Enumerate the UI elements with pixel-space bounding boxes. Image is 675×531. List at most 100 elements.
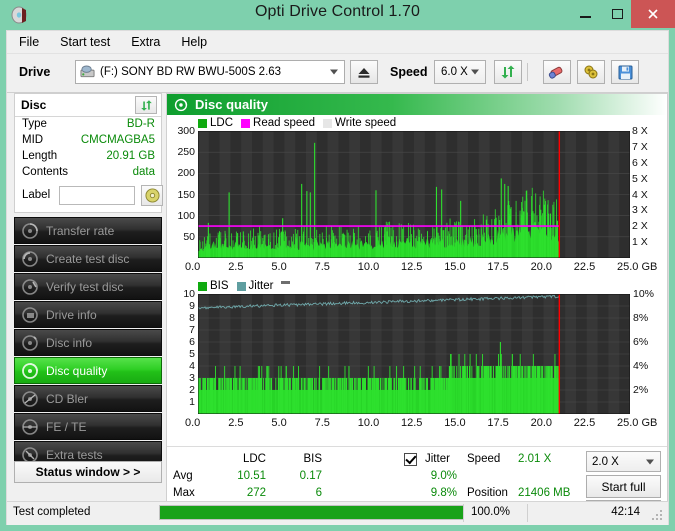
drive-icon [80, 65, 95, 78]
sidebar-item-label: Disc quality [46, 363, 108, 378]
stats-avg-bis: 0.17 [299, 470, 322, 482]
close-icon [648, 9, 658, 19]
minimize-button[interactable] [568, 0, 603, 28]
bis-x-tick: 12.5 [401, 417, 423, 429]
menu-help[interactable]: Help [172, 33, 216, 51]
bis-x-tick: 15.0 [444, 417, 466, 429]
bis-jitter-chart [198, 294, 630, 414]
stats-position-value: 21406 MB [518, 487, 571, 499]
ldc-y-tick: 100 [177, 209, 195, 222]
verify-test-disc-icon [22, 278, 38, 295]
speed-value: 6.0 X [441, 66, 468, 78]
stats-col-bis: BIS [303, 453, 322, 465]
ldc-x-tick: 15.0 [444, 261, 466, 273]
menu-extra[interactable]: Extra [122, 33, 169, 51]
ldc-x-tick: 10.0 [357, 261, 380, 273]
erase-button[interactable] [543, 60, 571, 84]
chevron-down-icon [646, 459, 654, 464]
bis-x-tick: 17.5 [487, 417, 509, 429]
disc-refresh-button[interactable] [135, 96, 157, 114]
status-window-button[interactable]: Status window > > [14, 461, 162, 483]
sidebar-item-label: FE / TE [46, 419, 87, 434]
sidebar-item-drive-info[interactable]: Drive info [14, 301, 162, 328]
sidebar-item-transfer-rate[interactable]: Transfer rate [14, 217, 162, 244]
bis-y-tick: 8 [189, 312, 195, 324]
legend-item-write-speed: Write speed [323, 117, 396, 129]
disc-box-title: Disc [21, 98, 47, 112]
stats-row-max: Max [173, 487, 195, 499]
ldc-x-tick: 7.5 [314, 261, 330, 273]
chevron-down-icon [471, 69, 479, 75]
save-button[interactable] [611, 60, 639, 84]
elapsed-time: 42:14 [611, 506, 640, 518]
ldc-x-tick: 0.0 [185, 261, 201, 273]
maximize-button[interactable] [600, 0, 635, 28]
save-icon [618, 65, 632, 79]
read-label-button[interactable] [141, 185, 163, 206]
chevron-down-icon [330, 69, 338, 75]
test-speed-select[interactable]: 2.0 X [586, 451, 661, 472]
disc-info-icon [22, 334, 38, 351]
sidebar-item-label: Transfer rate [46, 223, 115, 238]
sidebar-item-label: Create test disc [46, 251, 130, 266]
content-panel: Disc quality LDC Read speed Write speed [166, 93, 668, 525]
ldc-y-tick: 200 [177, 167, 195, 180]
drive-select[interactable]: (F:) SONY BD RW BWU-500S 2.63 [75, 60, 345, 84]
disc-row-contents: Contents data [15, 166, 161, 182]
sidebar-item-label: Extra tests [46, 447, 103, 462]
sidebar-item-fe-te[interactable]: FE / TE [14, 413, 162, 440]
transfer-rate-icon [22, 222, 38, 239]
disc-row-value: CMCMAGBA5 [80, 134, 155, 146]
resize-grip-icon[interactable] [652, 510, 664, 522]
stats-speed-value: 2.01 X [518, 453, 552, 465]
ldc-y2-tick: 6 X [632, 156, 648, 169]
left-panel: Disc Type BD-R MID CMCMAGBA5 Length 20.9… [7, 93, 165, 525]
ldc-y2-tick: 8 X [632, 125, 648, 137]
legend-label: LDC [210, 117, 234, 129]
bitsetting-button[interactable] [577, 60, 605, 84]
cd-bler-icon [22, 390, 38, 407]
disc-icon [144, 188, 160, 203]
disc-label-row: Label [15, 184, 163, 210]
stats-max-bis: 6 [315, 487, 322, 499]
sidebar-item-label: CD Bler [46, 391, 89, 406]
title-bar: Opti Drive Control 1.70 [0, 0, 675, 30]
maximize-icon [612, 9, 623, 19]
test-speed-value: 2.0 X [592, 455, 619, 468]
ldc-y2-tick: 3 X [632, 204, 648, 217]
ldc-y2-tick: 7 X [632, 140, 648, 153]
disc-quality-icon [22, 362, 38, 379]
legend-label: Jitter [248, 280, 274, 292]
sidebar-item-create-test-disc[interactable]: Create test disc [14, 245, 162, 272]
ldc-y2-tick: 5 X [632, 172, 648, 185]
disc-row-value: BD-R [126, 118, 155, 130]
jitter-y2-tick: 10% [633, 288, 655, 300]
menu-file[interactable]: File [10, 33, 48, 51]
eject-button[interactable] [350, 60, 378, 84]
disc-row-key: Length [22, 150, 58, 162]
disc-label-input[interactable] [59, 186, 135, 205]
sidebar-item-cd-bler[interactable]: CD Bler [14, 385, 162, 412]
sidebar-item-verify-test-disc[interactable]: Verify test disc [14, 273, 162, 300]
disc-info-rows: Type BD-R MID CMCMAGBA5 Length 20.91 GB … [15, 118, 163, 210]
drive-info-icon [22, 306, 38, 323]
ldc-y2-tick: 1 X [632, 236, 648, 249]
bis-y-tick: 3 [189, 372, 195, 384]
bis-x-tick: 2.5 [228, 417, 244, 429]
menu-start-test[interactable]: Start test [51, 33, 119, 51]
close-button[interactable] [631, 0, 675, 28]
jitter-checkbox[interactable] [404, 453, 417, 466]
jitter-y2-tick: 8% [633, 312, 649, 324]
bis-x-tick: 20.0 [530, 417, 553, 429]
sidebar-item-disc-quality[interactable]: Disc quality [14, 357, 162, 384]
bis-y-tick: 4 [189, 360, 195, 372]
bis-y-tick: 1 [189, 396, 195, 408]
start-full-button[interactable]: Start full [586, 475, 661, 498]
ldc-y-tick: 50 [183, 230, 195, 243]
chart1-legend: LDC Read speed Write speed [198, 117, 404, 129]
sidebar-item-disc-info[interactable]: Disc info [14, 329, 162, 356]
refresh-button[interactable] [494, 60, 522, 84]
speed-select[interactable]: 6.0 X [434, 60, 486, 84]
refresh-icon [140, 99, 152, 111]
sidebar-item-label: Disc info [46, 335, 93, 350]
